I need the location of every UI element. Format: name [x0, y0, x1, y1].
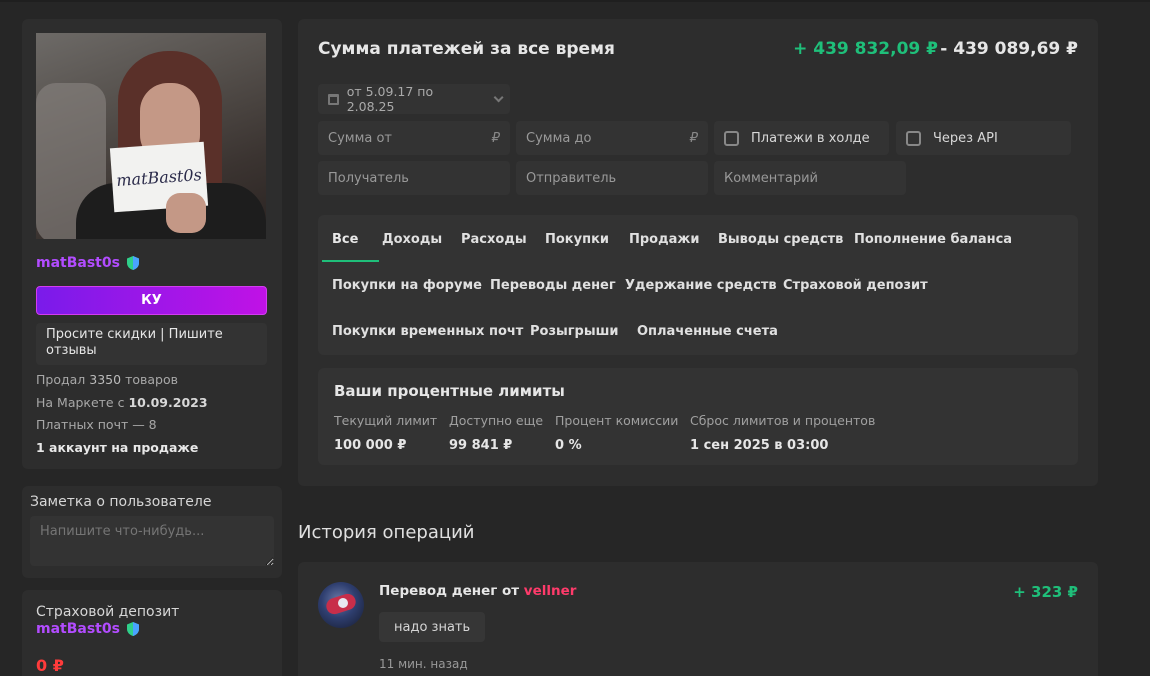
tab-expenses[interactable]: Расходы [461, 232, 527, 247]
amount-to-input[interactable]: Сумма до ₽ [516, 121, 708, 155]
tab-temp-mail-purchases[interactable]: Покупки временных почт [332, 324, 523, 339]
limit-label-available: Доступно еще [449, 413, 544, 428]
checkbox-icon [906, 130, 921, 146]
limit-label-reset: Сброс лимитов и процентов [690, 413, 876, 428]
comment-input[interactable]: Комментарий [714, 161, 906, 195]
sender-input[interactable]: Отправитель [516, 161, 708, 195]
profile-username[interactable]: matBast0s [36, 255, 120, 271]
tab-purchases[interactable]: Покупки [545, 232, 609, 247]
avatar[interactable]: matBast0s [36, 33, 266, 239]
tab-insurance-deposit[interactable]: Страховой депозит [783, 278, 928, 293]
operation-sender-link[interactable]: vellner [524, 583, 577, 599]
tab-balance-topup[interactable]: Пополнение баланса [854, 232, 1012, 247]
verified-shield-icon [126, 256, 139, 270]
operation-amount: + 323 ₽ [1013, 583, 1078, 601]
tab-all[interactable]: Все [332, 232, 358, 247]
ruble-icon: ₽ [689, 130, 698, 146]
active-tab-indicator [322, 260, 379, 262]
api-payments-checkbox[interactable]: Через API [896, 121, 1071, 155]
limit-value-reset: 1 сен 2025 в 03:00 [690, 438, 829, 453]
calendar-icon [328, 93, 339, 105]
insurance-deposit-amount: 0 ₽ [36, 656, 64, 675]
operation-title: Перевод денег от vellner [379, 583, 577, 599]
tab-withdrawals[interactable]: Выводы средств [718, 232, 843, 247]
stat-accounts-on-sale[interactable]: 1 аккаунт на продаже [36, 440, 198, 455]
ruble-icon: ₽ [491, 130, 500, 146]
payments-summary-card: Сумма платежей за все время + 439 832,09… [298, 19, 1098, 486]
operation-comment: надо знать [379, 612, 486, 642]
sender-avatar[interactable] [318, 582, 364, 628]
payments-outcome-total: - 439 089,69 ₽ [940, 39, 1078, 59]
payment-type-tabs: Все Доходы Расходы Покупки Продажи Вывод… [318, 215, 1078, 355]
stat-market-since: На Маркете с 10.09.2023 [36, 395, 208, 410]
tab-giveaways[interactable]: Розыгрыши [530, 324, 619, 339]
operation-item: Перевод денег от vellner + 323 ₽ надо зн… [298, 562, 1098, 676]
limits-title: Ваши процентные лимиты [334, 382, 565, 400]
amount-from-input[interactable]: Сумма от ₽ [318, 121, 510, 155]
tab-forum-purchases[interactable]: Покупки на форуме [332, 278, 482, 293]
operation-time: 11 мин. назад [379, 657, 468, 671]
user-note-title: Заметка о пользователе [30, 494, 212, 510]
payments-title: Сумма платежей за все время [318, 39, 615, 59]
hold-payments-checkbox[interactable]: Платежи в холде [714, 121, 889, 155]
payments-income-total: + 439 832,09 ₽ [793, 39, 938, 59]
profile-status: Просите скидки | Пишите отзывы [36, 323, 267, 365]
stat-paid-mail: Платных почт — 8 [36, 417, 157, 432]
insurance-deposit-card: Страховой депозит matBast0s 0 ₽ [22, 590, 282, 676]
limit-value-available: 99 841 ₽ [449, 438, 513, 453]
tab-paid-invoices[interactable]: Оплаченные счета [637, 324, 778, 339]
chevron-down-icon [493, 92, 504, 102]
tab-funds-hold[interactable]: Удержание средств [625, 278, 777, 293]
percent-limits-box: Ваши процентные лимиты Текущий лимит Дос… [318, 368, 1078, 465]
ku-button[interactable]: КУ [36, 286, 267, 315]
tab-sales[interactable]: Продажи [629, 232, 699, 247]
deposit-username[interactable]: matBast0s [36, 621, 120, 637]
date-range-picker[interactable]: от 5.09.17 по 2.08.25 [318, 84, 510, 114]
insurance-deposit-title: Страховой депозит [36, 604, 180, 620]
recipient-input[interactable]: Получатель [318, 161, 510, 195]
stat-sold: Продал 3350 товаров [36, 372, 178, 387]
limit-value-current: 100 000 ₽ [334, 438, 407, 453]
top-divider [0, 0, 1150, 2]
deposit-username-row: matBast0s [36, 621, 140, 637]
user-note-card: Заметка о пользователе [22, 486, 282, 578]
checkbox-icon [724, 130, 739, 146]
profile-card: matBast0s matBast0s КУ Просите скидки | … [22, 19, 282, 469]
history-title: История операций [298, 522, 475, 543]
date-range-text: от 5.09.17 по 2.08.25 [346, 84, 434, 114]
profile-username-row: matBast0s [36, 255, 140, 271]
limit-value-commission: 0 % [555, 438, 582, 453]
limit-label-commission: Процент комиссии [555, 413, 679, 428]
verified-shield-icon [126, 622, 139, 636]
limit-label-current: Текущий лимит [334, 413, 438, 428]
tab-money-transfers[interactable]: Переводы денег [490, 278, 616, 293]
tab-income[interactable]: Доходы [382, 232, 442, 247]
user-note-input[interactable] [30, 516, 274, 566]
